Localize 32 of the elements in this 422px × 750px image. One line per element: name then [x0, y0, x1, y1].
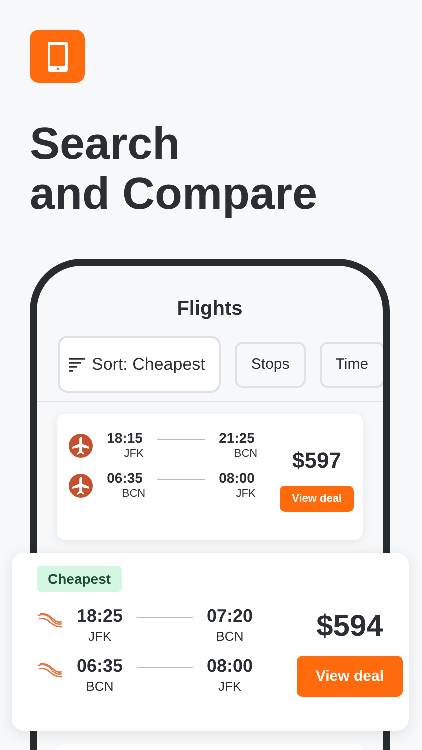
arrival-airport: BCN — [216, 629, 244, 644]
departure-airport: BCN — [121, 488, 146, 500]
cheapest-badge: Cheapest — [37, 566, 122, 592]
departure-time: 18:15 — [107, 430, 143, 446]
flight-card[interactable]: 18:15 JFK 21:25 BCN 06:35 BCN 08:00 JFK $597 View deal — [57, 414, 363, 540]
departure-airport: JFK — [123, 448, 144, 460]
filter-button[interactable]: Stops — [235, 342, 306, 388]
arrival-time: 08:00 — [219, 470, 255, 486]
arrival-airport: JFK — [235, 488, 256, 500]
arrival-time: 07:20 — [206, 606, 254, 627]
departure-airport: JFK — [88, 629, 112, 644]
sort-icon — [68, 356, 86, 372]
filter-button[interactable]: Sort: Cheapest — [58, 336, 222, 393]
phone-icon — [46, 40, 68, 72]
departure-time: 06:35 — [107, 470, 143, 486]
arrival-time: 21:25 — [219, 430, 255, 446]
arrival-time: 08:00 — [206, 656, 254, 677]
airline-plane-icon — [69, 434, 93, 458]
departure-time: 06:35 — [76, 656, 124, 677]
airline-wave-icon — [37, 612, 63, 628]
price: $594 — [316, 610, 384, 644]
airline-wave-icon — [37, 662, 63, 678]
departure-airport: BCN — [86, 679, 114, 694]
headline: Search and Compare — [30, 119, 319, 219]
airline-plane-icon — [69, 474, 93, 498]
screen-title: Flights — [176, 298, 244, 322]
flight-card[interactable]: Cheapest 18:25 JFK 07:20 BCN 06:35 BCN 08:00 JFK $594 View deal — [12, 553, 409, 731]
arrival-airport: BCN — [233, 448, 258, 460]
price: $597 — [292, 448, 342, 474]
filter-button[interactable]: Time — [320, 342, 383, 388]
arrival-airport: JFK — [218, 679, 242, 694]
departure-time: 18:25 — [76, 606, 124, 627]
